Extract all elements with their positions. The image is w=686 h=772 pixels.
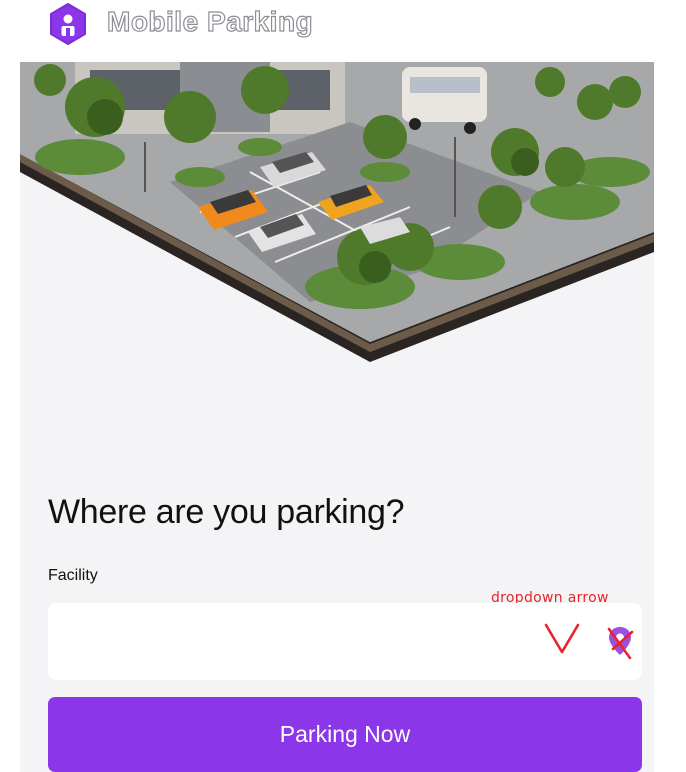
parking-now-button[interactable]: Parking Now [48,697,642,772]
page-heading: Where are you parking? [48,493,405,531]
facility-dropdown[interactable] [48,603,642,680]
app-title: Mobile Parking [106,5,314,37]
facility-label: Facility [48,567,98,584]
app-screen: Mobile Parking Where are you parking? Fa… [20,0,654,772]
chevron-down-icon[interactable] [542,622,582,656]
app-logo-icon [50,3,86,45]
app-header: Mobile Parking [20,0,654,62]
parking-lot-illustration [20,62,654,362]
map-pin-icon[interactable] [604,625,636,661]
